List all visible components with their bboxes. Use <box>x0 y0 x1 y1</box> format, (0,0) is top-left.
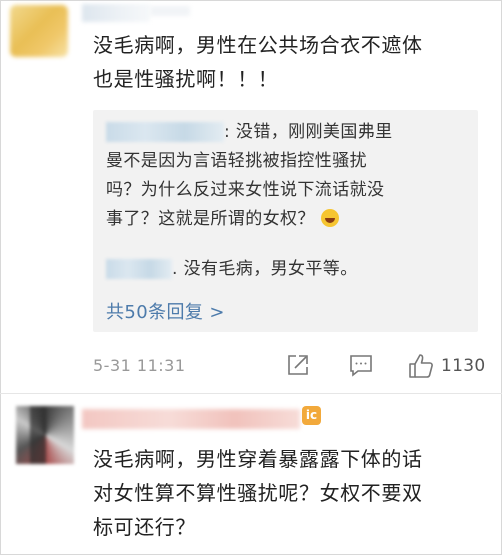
reply-item[interactable]: : 没错，刚刚美国弗里 曼不是因为言语轻挑被指控性骚扰 吗？为什么反过来女性说下… <box>106 118 468 234</box>
comment-divider <box>0 393 502 394</box>
comment-text: 没毛病啊，男性在公共场合衣不遮体 也是性骚扰啊！！！ <box>93 28 493 96</box>
comment-meta-row: 5-31 11:31 1130 <box>93 352 488 382</box>
reply-text: . 没有毛病，男女平等。 <box>172 259 358 279</box>
reply-line: 吗？为什么反过来女性说下流话就没 <box>106 180 385 200</box>
reply-username-blurred[interactable] <box>106 259 172 279</box>
replies-box[interactable]: : 没错，刚刚美国弗里 曼不是因为言语轻挑被指控性骚扰 吗？为什么反过来女性说下… <box>93 110 478 332</box>
laugh-emoji-icon <box>320 209 339 227</box>
timestamp: 5-31 11:31 <box>93 356 186 375</box>
reply-username-blurred[interactable] <box>106 122 224 142</box>
comment-line: 没毛病啊，男性在公共场合衣不遮体 <box>93 33 423 57</box>
comment-icon[interactable] <box>348 352 376 380</box>
reply-line: 事了？这就是所谓的女权？ <box>106 205 468 234</box>
comment-line: 没毛病啊，男性穿着暴露露下体的话 <box>93 447 423 471</box>
username-blurred-extra <box>150 6 190 16</box>
avatar[interactable] <box>10 5 68 57</box>
thumbs-up-icon[interactable] <box>407 352 435 380</box>
reply-line: 曼不是因为言语轻挑被指控性骚扰 <box>106 151 367 171</box>
username-blurred[interactable] <box>82 4 150 22</box>
reply-text: 事了？这就是所谓的女权？ <box>106 209 315 229</box>
reply-line: : 没错，刚刚美国弗里 <box>106 118 468 147</box>
comment-line: 标可还行？ <box>93 515 196 539</box>
like-count: 1130 <box>441 356 486 376</box>
comment-line: 也是性骚扰啊！！！ <box>93 67 279 91</box>
user-badge-icon: ic <box>302 406 321 425</box>
username-blurred[interactable] <box>82 409 300 429</box>
reply-item[interactable]: . 没有毛病，男女平等。 <box>106 255 468 284</box>
comment-text: 没毛病啊，男性穿着暴露露下体的话 对女性算不算性骚扰呢？女权不要双 标可还行？ <box>93 442 493 544</box>
share-icon[interactable] <box>285 352 313 380</box>
more-replies-link[interactable]: 共50条回复 > <box>106 298 225 324</box>
comment-line: 对女性算不算性骚扰呢？女权不要双 <box>93 481 423 505</box>
reply-text: : 没错，刚刚美国弗里 <box>224 122 393 142</box>
avatar[interactable] <box>16 406 74 464</box>
